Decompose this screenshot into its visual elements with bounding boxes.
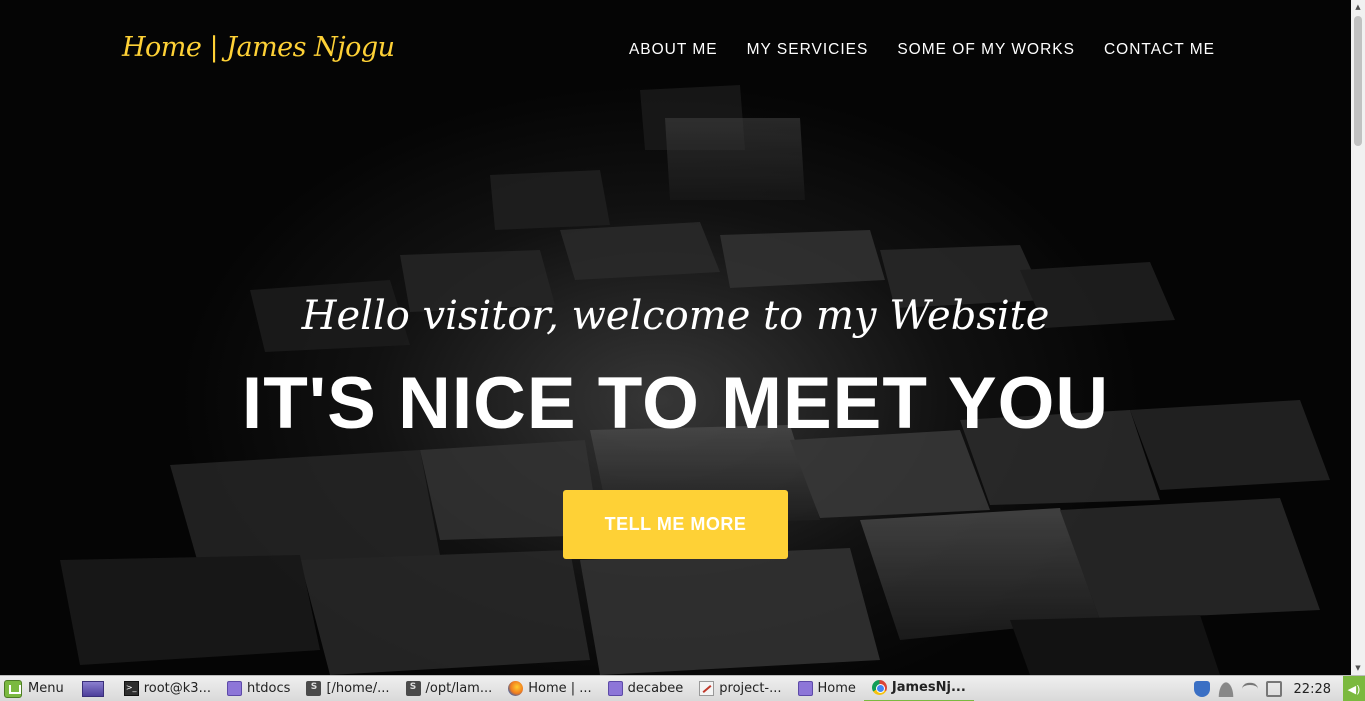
nav-link-my-services[interactable]: MY SERVICIES [747, 41, 869, 59]
system-tray: 22:28 ◀) [1193, 676, 1365, 701]
vertical-scrollbar[interactable]: ▲ ▼ [1351, 0, 1365, 675]
tell-me-more-button[interactable]: TELL ME MORE [563, 490, 788, 559]
taskbar-item-project[interactable]: project-... [691, 676, 789, 701]
taskbar-item-terminal[interactable]: >_ root@k3... [116, 676, 219, 701]
clock[interactable]: 22:28 [1290, 682, 1335, 697]
taskbar-item-label: project-... [719, 681, 782, 696]
taskbar-item-sublime-opt[interactable]: S /opt/lam... [398, 676, 501, 701]
scroll-down-arrow-icon[interactable]: ▼ [1351, 661, 1365, 675]
battery-icon[interactable] [1265, 681, 1282, 697]
taskbar-item-sublime-home[interactable]: S [/home/... [298, 676, 397, 701]
show-desktop-icon[interactable] [81, 680, 104, 697]
image-viewer-icon [699, 681, 715, 696]
scrollbar-thumb[interactable] [1354, 16, 1362, 146]
nav-link-some-of-my-works[interactable]: SOME OF MY WORKS [897, 41, 1075, 59]
taskbar-item-firefox[interactable]: Home | ... [500, 676, 599, 701]
browser-viewport: Home | James Njogu ABOUT ME MY SERVICIES… [0, 0, 1351, 675]
firefox-icon [508, 681, 524, 696]
main-navigation: ABOUT ME MY SERVICIES SOME OF MY WORKS C… [629, 41, 1215, 59]
sublime-icon: S [405, 681, 421, 696]
sublime-icon: S [306, 681, 322, 696]
taskbar-item-label: Home [817, 681, 856, 696]
taskbar-item-label: decabee [627, 681, 684, 696]
terminal-icon: >_ [123, 681, 139, 696]
taskbar-item-label: [/home/... [326, 681, 390, 696]
folder-icon [797, 681, 813, 696]
taskbar-item-label: /opt/lam... [425, 681, 493, 696]
taskbar-item-label: JamesNj... [891, 680, 966, 695]
hero-lead-text: Hello visitor, welcome to my Website [301, 293, 1050, 339]
wifi-icon[interactable] [1241, 682, 1258, 696]
taskbar-item-label: root@k3... [143, 681, 211, 696]
start-menu-button[interactable]: Menu [0, 676, 72, 701]
taskbar-item-htdocs[interactable]: htdocs [219, 676, 298, 701]
folder-icon [226, 681, 242, 696]
taskbar-item-label: htdocs [246, 681, 291, 696]
shield-icon[interactable] [1193, 681, 1210, 697]
chrome-icon [871, 680, 887, 695]
volume-icon[interactable]: ◀) [1343, 676, 1365, 701]
start-menu-label: Menu [28, 681, 64, 696]
user-icon[interactable] [1217, 681, 1234, 697]
nav-brand-link[interactable]: Home | James Njogu [122, 32, 395, 63]
taskbar-item-label: Home | ... [528, 681, 592, 696]
hero-heading: IT'S NICE TO MEET YOU [241, 363, 1110, 444]
nav-link-about-me[interactable]: ABOUT ME [629, 41, 718, 59]
system-taskbar: Menu >_ root@k3... htdocs S [/home/... S… [0, 675, 1365, 701]
folder-icon [607, 681, 623, 696]
taskbar-item-home-folder[interactable]: Home [790, 676, 864, 701]
taskbar-item-chrome[interactable]: JamesNj... [863, 676, 974, 701]
mint-logo-icon [4, 679, 22, 698]
nav-link-contact-me[interactable]: CONTACT ME [1104, 41, 1215, 59]
scroll-up-arrow-icon[interactable]: ▲ [1351, 0, 1365, 14]
taskbar-item-decabee[interactable]: decabee [600, 676, 692, 701]
